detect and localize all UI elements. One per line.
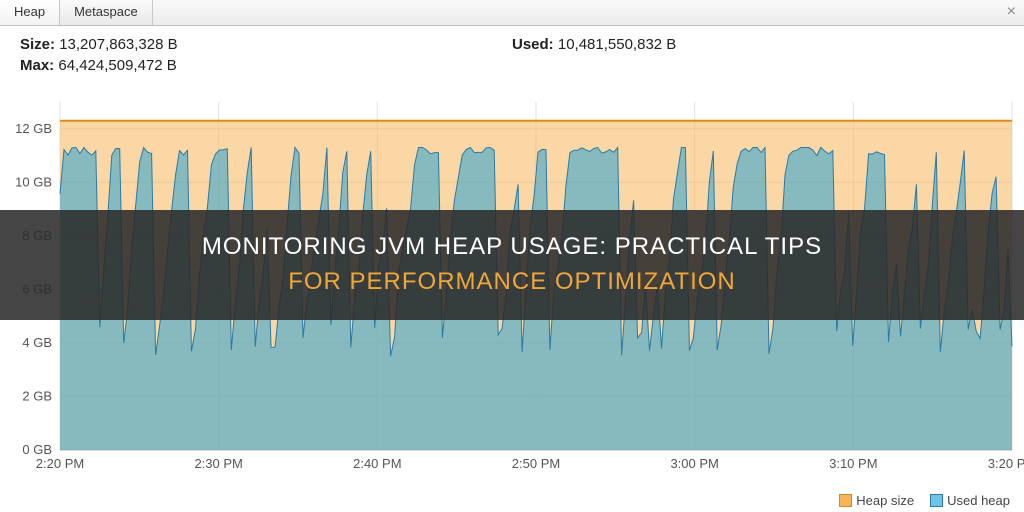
- tab-label: Heap: [14, 4, 45, 19]
- max-label: Max:: [20, 57, 54, 74]
- size-label: Size:: [20, 36, 55, 53]
- svg-text:10 GB: 10 GB: [15, 174, 52, 189]
- svg-text:2:50 PM: 2:50 PM: [512, 456, 560, 471]
- close-icon[interactable]: ×: [999, 0, 1024, 25]
- used-value: 10,481,550,832 B: [558, 36, 676, 53]
- svg-text:4 GB: 4 GB: [22, 335, 52, 350]
- svg-text:0 GB: 0 GB: [22, 442, 52, 457]
- title-overlay: MONITORING JVM HEAP USAGE: PRACTICAL TIP…: [0, 210, 1024, 320]
- svg-text:2:20 PM: 2:20 PM: [36, 456, 84, 471]
- overlay-line2: FOR PERFORMANCE OPTIMIZATION: [288, 268, 736, 295]
- tab-label: Metaspace: [74, 4, 138, 19]
- svg-text:2:40 PM: 2:40 PM: [353, 456, 401, 471]
- overlay-text: MONITORING JVM HEAP USAGE: PRACTICAL TIP…: [202, 230, 822, 300]
- heap-stats: Size: 13,207,863,328 B Max: 64,424,509,4…: [0, 26, 1024, 84]
- overlay-line1: MONITORING JVM HEAP USAGE: PRACTICAL TIP…: [202, 233, 822, 260]
- tab-bar: Heap Metaspace ×: [0, 0, 1024, 26]
- svg-text:3:20 PM: 3:20 PM: [988, 456, 1024, 471]
- swatch-heap-icon: [839, 494, 852, 507]
- legend-used-heap: Used heap: [930, 493, 1010, 508]
- svg-text:2:30 PM: 2:30 PM: [194, 456, 242, 471]
- swatch-used-icon: [930, 494, 943, 507]
- tab-metaspace[interactable]: Metaspace: [60, 0, 153, 25]
- tab-heap[interactable]: Heap: [0, 0, 60, 25]
- svg-text:3:00 PM: 3:00 PM: [670, 456, 718, 471]
- used-label: Used:: [512, 36, 554, 53]
- svg-text:3:10 PM: 3:10 PM: [829, 456, 877, 471]
- max-value: 64,424,509,472 B: [58, 57, 176, 74]
- chart-legend: Heap size Used heap: [839, 493, 1010, 508]
- svg-text:12 GB: 12 GB: [15, 121, 52, 136]
- size-value: 13,207,863,328 B: [59, 36, 177, 53]
- svg-text:2 GB: 2 GB: [22, 388, 52, 403]
- legend-heap-size: Heap size: [839, 493, 914, 508]
